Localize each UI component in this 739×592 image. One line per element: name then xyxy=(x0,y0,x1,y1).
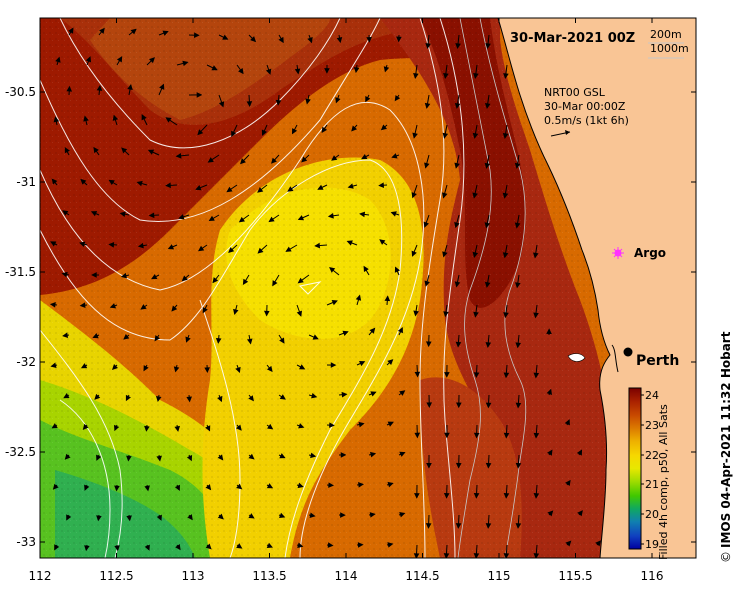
colorbar-label: Filled 4h comp, p50, All Sats xyxy=(657,404,670,560)
lon-tick-label: 116 xyxy=(641,569,664,583)
current-legend-scale: 0.5m/s (1kt 6h) xyxy=(544,114,629,127)
lon-tick-label: 115.5 xyxy=(558,569,592,583)
lon-tick-label: 113.5 xyxy=(252,569,286,583)
lat-tick-label: -33 xyxy=(16,535,36,549)
lon-tick-label: 113 xyxy=(182,569,205,583)
lon-tick-label: 114 xyxy=(335,569,358,583)
lon-tick-label: 114.5 xyxy=(405,569,439,583)
lat-tick-label: -31 xyxy=(16,175,36,189)
lat-tick-label: -31.5 xyxy=(5,265,36,279)
lon-tick-label: 115 xyxy=(488,569,511,583)
copyright-icon: © xyxy=(719,551,733,563)
colorbar-tick-label: 24 xyxy=(645,389,659,402)
sst-field xyxy=(40,18,696,558)
map-figure: 112 112.5 113 113.5 114 114.5 115 115.5 116 -30.… xyxy=(0,0,739,592)
lon-tick-label: 112.5 xyxy=(99,569,133,583)
argo-label: Argo xyxy=(634,246,666,260)
colorbar-ramp xyxy=(628,387,642,550)
depth-legend-1000m: 1000m xyxy=(650,42,689,55)
map-svg: 112 112.5 113 113.5 114 114.5 115 115.5 116 -30.… xyxy=(5,17,733,583)
credit-text: IMOS 04-Apr-2021 11:32 Hobart xyxy=(719,331,733,548)
current-legend-model: NRT00 GSL xyxy=(544,86,606,99)
lat-tick-label: -32 xyxy=(16,355,36,369)
current-legend-time: 30-Mar 00:00Z xyxy=(544,100,626,113)
lon-tick-label: 112 xyxy=(29,569,52,583)
perth-label: Perth xyxy=(636,353,679,369)
map-title: 30-Mar-2021 00Z xyxy=(510,31,635,46)
lat-tick-label: -30.5 xyxy=(5,85,36,99)
depth-legend-200m: 200m xyxy=(650,28,682,41)
lat-tick-label: -32.5 xyxy=(5,445,36,459)
city-dot-icon xyxy=(623,347,633,357)
